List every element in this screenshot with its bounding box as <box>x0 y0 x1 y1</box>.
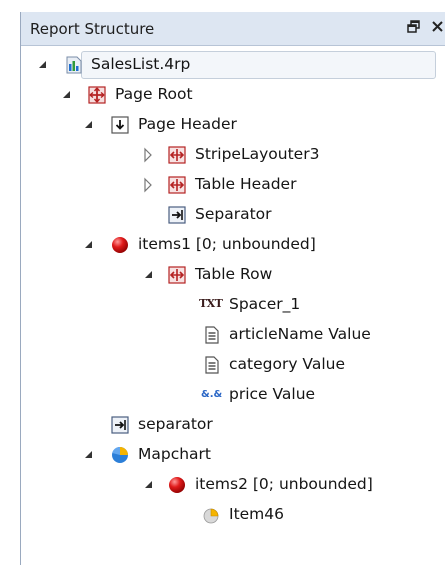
tree-item-label: Table Row <box>195 265 273 283</box>
layouter-icon <box>168 146 186 164</box>
restore-window-icon[interactable] <box>406 18 422 36</box>
tree-item-label: items1 [0; unbounded] <box>138 235 316 253</box>
expanded-arrow-icon[interactable] <box>35 50 51 80</box>
document-icon <box>203 326 221 344</box>
tree-item-items1[interactable]: items1 [0; unbounded] <box>21 230 441 260</box>
tree-item-spacer[interactable]: TXT Spacer_1 <box>21 290 441 320</box>
tree-item-label: StripeLayouter3 <box>195 145 320 163</box>
number-format-icon: &.& <box>201 389 223 400</box>
tree-item-category[interactable]: category Value <box>21 350 441 380</box>
document-icon <box>203 356 221 374</box>
tree-item-label: separator <box>138 415 213 433</box>
expanded-arrow-icon[interactable] <box>81 440 97 470</box>
pie-slice-icon <box>202 506 220 524</box>
close-icon[interactable] <box>430 18 445 36</box>
container-down-icon <box>111 116 129 134</box>
expanded-arrow-icon[interactable] <box>141 470 157 500</box>
layouter-icon <box>168 176 186 194</box>
expanded-arrow-icon[interactable] <box>59 80 75 110</box>
panel-title-bar: Report Structure <box>21 12 445 46</box>
tree-item-sales-list[interactable]: SalesList.4rp <box>21 50 441 80</box>
collapsed-arrow-icon[interactable] <box>141 170 157 200</box>
expanded-arrow-icon[interactable] <box>141 260 157 290</box>
tree-item-article-name[interactable]: articleName Value <box>21 320 441 350</box>
tree-item-stripe-layouter[interactable]: StripeLayouter3 <box>21 140 441 170</box>
title-bar-buttons <box>406 18 445 36</box>
layouter-icon <box>168 266 186 284</box>
separator-icon <box>168 206 186 224</box>
tree-item-table-row[interactable]: Table Row <box>21 260 441 290</box>
report-structure-panel: Report Structure SalesList.4rp Page Root… <box>20 12 445 565</box>
tree-item-mapchart[interactable]: Mapchart <box>21 440 441 470</box>
tree-item-separator[interactable]: Separator <box>21 200 441 230</box>
tree-item-label: SalesList.4rp <box>91 55 191 73</box>
expanded-arrow-icon[interactable] <box>81 230 97 260</box>
tree-item-page-root[interactable]: Page Root <box>21 80 441 110</box>
tree-item-price[interactable]: &.& price Value <box>21 380 441 410</box>
tree-item-label: Separator <box>195 205 272 223</box>
separator-icon <box>111 416 129 434</box>
tree-item-label: Table Header <box>195 175 297 193</box>
tree-item-label: category Value <box>229 355 345 373</box>
tree-item-label: Spacer_1 <box>229 295 301 313</box>
tree-item-page-header[interactable]: Page Header <box>21 110 441 140</box>
tree-item-label: Item46 <box>229 505 285 523</box>
page-root-icon <box>88 86 106 104</box>
tree-item-items2[interactable]: items2 [0; unbounded] <box>21 470 441 500</box>
collapsed-arrow-icon[interactable] <box>141 140 157 170</box>
tree-item-label: items2 [0; unbounded] <box>195 475 373 493</box>
report-file-icon <box>65 56 83 74</box>
tree-item-label: Page Header <box>138 115 237 133</box>
tree-item-label: Page Root <box>115 85 193 103</box>
red-ball-icon <box>168 476 186 494</box>
tree-item-label: articleName Value <box>229 325 371 343</box>
txt-icon: TXT <box>199 297 223 310</box>
tree-item-label: price Value <box>229 385 316 403</box>
pie-chart-icon <box>111 446 129 464</box>
red-ball-icon <box>111 236 129 254</box>
tree-item-separator-2[interactable]: separator <box>21 410 441 440</box>
tree-item-table-header[interactable]: Table Header <box>21 170 441 200</box>
panel-title: Report Structure <box>30 20 155 38</box>
tree-item-label: Mapchart <box>138 445 212 463</box>
tree-item-item46[interactable]: Item46 <box>21 500 441 530</box>
expanded-arrow-icon[interactable] <box>81 110 97 140</box>
